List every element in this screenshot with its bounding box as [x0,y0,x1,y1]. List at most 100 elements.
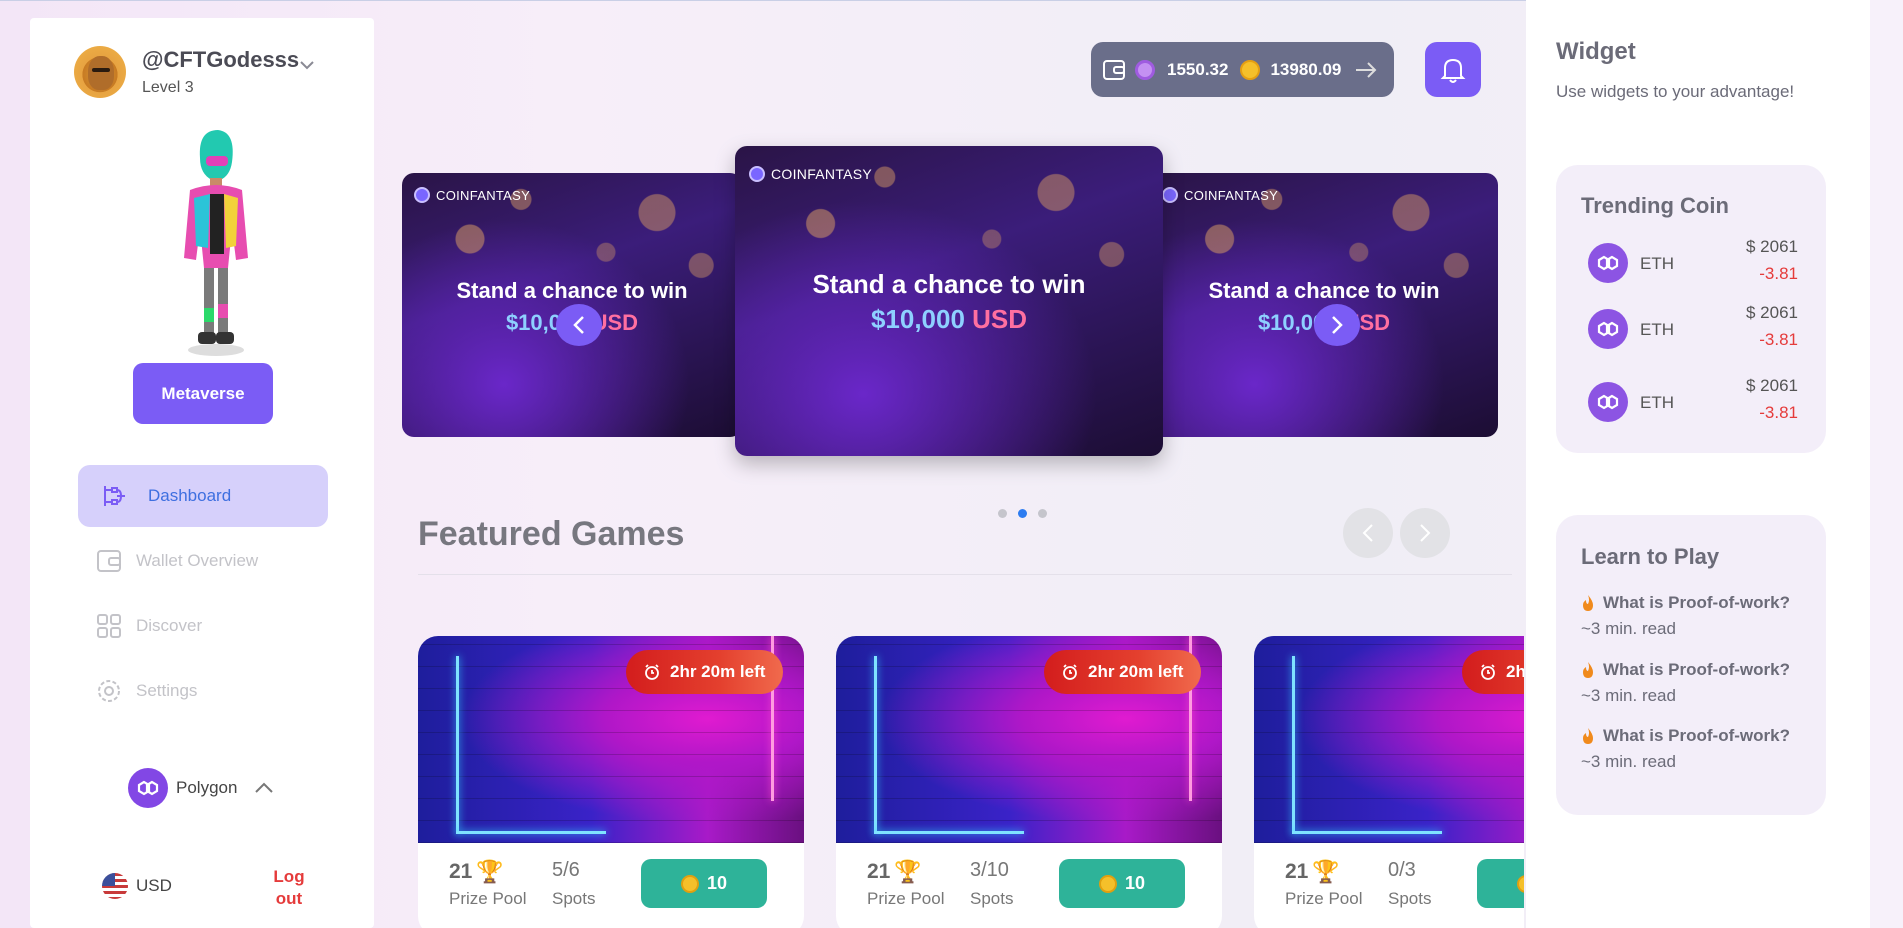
coin-price: $ 2061 [1746,303,1798,322]
sidebar: @CFTGodesss Level 3 Metaverse Dashboard [30,18,374,928]
spots-label: Spots [1388,889,1432,908]
bell-icon [1440,58,1466,83]
carousel-dot[interactable] [998,509,1007,518]
coin-balance: 13980.09 [1270,59,1342,79]
network-selector[interactable]: Polygon [128,768,274,808]
user-profile[interactable]: @CFTGodesss Level 3 [74,46,299,98]
network-label: Polygon [176,778,238,797]
carousel-prev-button[interactable] [556,304,602,346]
gem-balance: 1550.32 [1167,59,1229,79]
sidebar-item-label: Dashboard [148,486,232,505]
chevron-down-icon[interactable] [300,58,314,72]
chevron-right-icon [1420,524,1431,542]
grid-icon [97,614,121,638]
game-card[interactable]: 2hr 20m left 21🏆 Prize Pool 0/3 Spots 10 [1254,636,1524,928]
coin-row[interactable]: ETH $ 2061 -3.81 [1588,376,1798,426]
metaverse-button[interactable]: Metaverse [133,363,273,424]
avatar[interactable] [74,46,126,98]
trophy-icon: 🏆 [1312,859,1340,884]
polygon-icon [1588,243,1628,283]
coin-price: $ 2061 [1746,237,1798,256]
carousel-dot-active[interactable] [1018,509,1027,518]
user-level: Level 3 [142,79,194,96]
join-game-button[interactable]: 10 [1477,859,1524,908]
banner-prize: $10,000 USD [870,304,1028,334]
featured-games-list: 2hr 20m left 21 🏆 Prize Pool 5/6 Spots 10… [418,636,1524,928]
notifications-button[interactable] [1425,42,1481,97]
prize-pool-label: Prize Pool [449,889,527,908]
logout-button[interactable]: Log out [264,866,314,910]
spots-label: Spots [970,889,1014,908]
chevron-up-icon[interactable] [255,782,274,794]
sidebar-item-label: Wallet Overview [136,551,259,570]
coin-icon [680,874,699,893]
fire-icon [1583,728,1593,744]
us-flag-icon [102,873,128,899]
game-card[interactable]: 2hr 20m left 21 🏆 Prize Pool 5/6 Spots 10 [418,636,804,928]
learn-article-link[interactable]: What is Proof-of-work? ~3 min. read [1581,593,1821,639]
currency-selector[interactable]: USD [102,873,172,899]
coinfantasy-logo-icon [414,187,430,203]
sidebar-item-wallet-overview[interactable]: Wallet Overview [78,530,328,592]
sidebar-item-label: Settings [136,681,198,700]
divider [418,574,1512,575]
time-left-badge: 2hr 20m left [1044,650,1202,694]
coin-row[interactable]: ETH $ 2061 -3.81 [1588,237,1798,287]
join-game-button[interactable]: 10 [1059,859,1185,908]
metaverse-avatar-character [184,130,248,356]
coinfantasy-logo-icon [749,166,765,182]
time-left-badge: 2hr 20m left [1462,650,1524,694]
spots-value: 0/3 [1388,859,1416,881]
prize-pool-label: Prize Pool [867,889,945,908]
chevron-right-icon [1332,316,1343,334]
learn-article-link[interactable]: What is Proof-of-work? ~3 min. read [1581,726,1821,772]
chevron-left-icon [1362,524,1373,542]
game-card[interactable]: 2hr 20m left 21 🏆 Prize Pool 3/10 Spots 1… [836,636,1222,928]
carousel-dot[interactable] [1038,509,1047,518]
alarm-clock-icon [1063,664,1077,680]
promo-banner-next[interactable]: COINFANTASY Stand a chance to win $10,00… [1150,173,1498,437]
learn-to-play-title: Learn to Play [1581,544,1720,569]
fire-icon [1583,662,1593,678]
learn-article-link[interactable]: What is Proof-of-work? ~3 min. read [1581,660,1821,706]
prize-pool-value: 21 🏆 [867,859,922,884]
banner-headline: Stand a chance to win [812,269,1086,299]
trophy-icon: 🏆 [894,859,922,884]
widget-subtitle: Use widgets to your advantage! [1556,82,1795,101]
learn-to-play-card: Learn to Play What is Proof-of-work? ~3 … [1556,515,1826,815]
read-time: ~3 min. read [1581,686,1676,705]
widget-panel: Widget Use widgets to your advantage! Tr… [1526,0,1870,928]
widget-title: Widget [1556,38,1636,65]
dashboard-icon [104,486,125,506]
trophy-icon: 🏆 [476,859,504,884]
time-left-badge: 2hr 20m left [626,650,784,694]
wallet-balance[interactable]: 1550.32 13980.09 [1091,42,1394,97]
sidebar-item-settings[interactable]: Settings [78,660,328,722]
sidebar-item-dashboard[interactable]: Dashboard [78,465,328,527]
featured-prev-button[interactable] [1343,508,1393,558]
currency-label: USD [136,876,172,895]
read-time: ~3 min. read [1581,619,1676,638]
read-time: ~3 min. read [1581,752,1676,771]
coin-row[interactable]: ETH $ 2061 -3.81 [1588,303,1798,353]
gear-icon [98,680,120,702]
coin-change: -3.81 [1759,264,1798,283]
join-game-button[interactable]: 10 [641,859,767,908]
alarm-clock-icon [1481,664,1495,680]
promo-banner-active[interactable]: COINFANTASY Stand a chance to win $10,00… [735,146,1163,456]
coin-name: ETH [1640,393,1674,412]
coin-icon [1240,59,1261,80]
carousel-dots [998,509,1058,518]
sidebar-item-discover[interactable]: Discover [78,595,328,657]
polygon-icon [128,768,168,808]
featured-next-button[interactable] [1400,508,1450,558]
coin-name: ETH [1640,254,1674,273]
fire-icon [1583,595,1593,611]
coin-change: -3.81 [1759,403,1798,422]
spots-value: 5/6 [552,859,580,881]
carousel-next-button[interactable] [1314,304,1360,346]
polygon-icon [1588,309,1628,349]
arrow-right-icon[interactable] [1355,61,1377,78]
prize-pool-value: 21 🏆 [1285,859,1340,884]
sidebar-item-label: Discover [136,616,203,635]
